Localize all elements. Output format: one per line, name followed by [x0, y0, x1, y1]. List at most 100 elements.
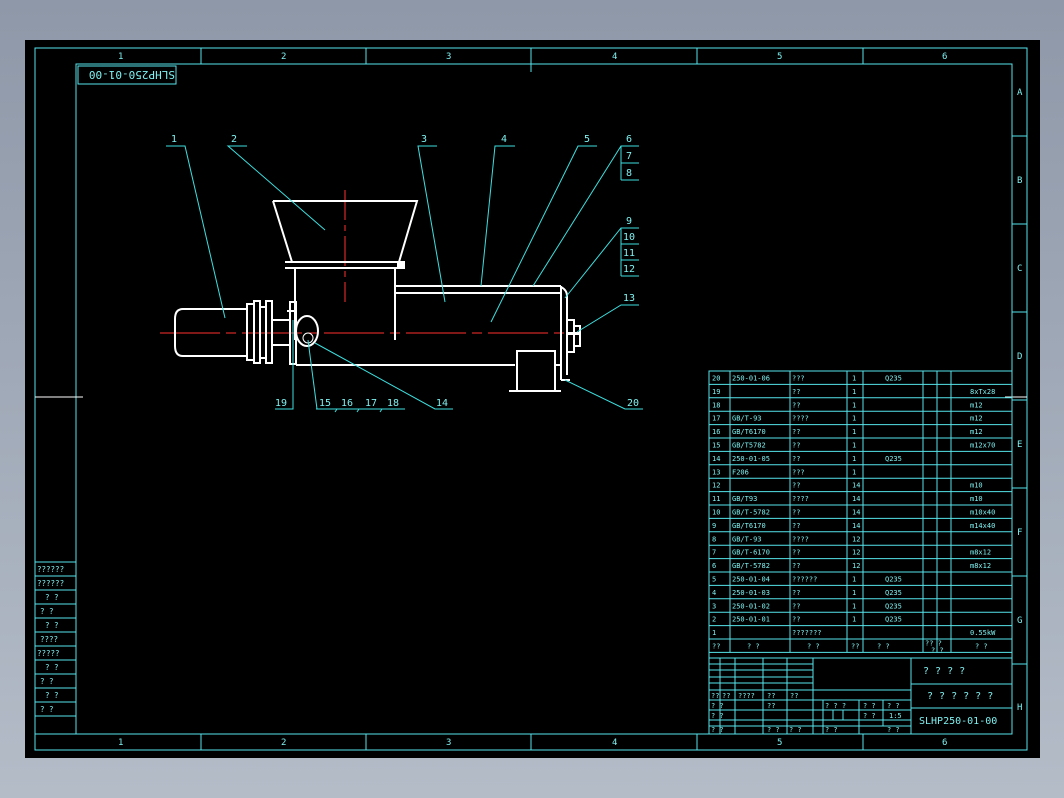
- bom-row-no: 18: [712, 401, 720, 409]
- left-side-block: ?????? ?????? ? ? ? ? ? ? ???? ????? ? ?…: [34, 561, 77, 735]
- bom-row-note: m10x40: [970, 509, 995, 517]
- bom-row-no: 9: [712, 522, 716, 530]
- bom-row-code: 250-01-04: [732, 576, 770, 584]
- row-marker-b: B: [1017, 176, 1022, 186]
- bom-row-no: 12: [712, 482, 720, 490]
- side-cell-1: ??????: [37, 565, 64, 574]
- drawing-canvas[interactable]: 1 2 3 4 5 6 1 2 3 4 5 6 A B C D E F G H …: [25, 40, 1040, 758]
- bom-row-note: m10: [970, 482, 983, 490]
- bom-row-code: 250-01-02: [732, 602, 770, 610]
- bom-row-qty: 12: [852, 562, 860, 570]
- callout-5: 5: [584, 134, 590, 145]
- bom-row-no: 1: [712, 629, 716, 637]
- callout-7: 7: [626, 151, 632, 162]
- bom-row-no: 10: [712, 509, 720, 517]
- bom-row-material: Q235: [885, 589, 902, 597]
- bom-row-no: 2: [712, 616, 716, 624]
- row-marker-e: E: [1017, 440, 1022, 450]
- bom-row-qty: 1: [852, 602, 856, 610]
- row-marker-g: G: [1017, 616, 1022, 626]
- callout-2: 2: [231, 134, 237, 145]
- bom-row-name: ??: [792, 442, 800, 450]
- bom-row-qty: 1: [852, 401, 856, 409]
- bom-row-code: GB/T-93: [732, 415, 762, 423]
- row-marker-f: F: [1017, 528, 1022, 538]
- top-code-box: SLHP250-01-00: [77, 65, 177, 85]
- bom-header-qty: ??: [851, 643, 859, 651]
- bom-row-name: ??: [792, 562, 800, 570]
- title-r2-c4: ? ?: [863, 702, 876, 710]
- bom-row-no: 8: [712, 535, 716, 543]
- callout-4: 4: [501, 134, 507, 145]
- bom-header-code: ? ?: [747, 643, 760, 651]
- bom-row-note: 0.55kW: [970, 629, 996, 637]
- title-r2-c1: ? ?: [711, 702, 724, 710]
- row-marker-a: A: [1017, 88, 1023, 98]
- bom-row-qty: 1: [852, 442, 856, 450]
- side-cell-9: ? ?: [40, 677, 54, 686]
- bom-row-name: ??: [792, 509, 800, 517]
- callout-12: 12: [623, 264, 635, 275]
- bom-row-note: m12: [970, 428, 983, 436]
- bom-row-code: 250-01-03: [732, 589, 770, 597]
- title-r1-c5: ??: [790, 692, 798, 700]
- column-zones: 1 2 3 4 5 6 1 2 3 4 5 6: [118, 48, 947, 750]
- bom-row-no: 6: [712, 562, 716, 570]
- callout-16: 16: [341, 398, 353, 409]
- scale-value: 1:5: [889, 712, 902, 720]
- bom-row-material: Q235: [885, 375, 902, 383]
- bom-row-note: m12: [970, 401, 983, 409]
- title-r4-c5: ? ?: [887, 726, 900, 734]
- screw-press-assembly: [160, 190, 581, 392]
- bom-row-material: Q235: [885, 576, 902, 584]
- motor: [174, 300, 290, 364]
- col-marker-5: 5: [777, 52, 782, 62]
- bom-row-name: ??: [792, 455, 800, 463]
- col-marker-6: 6: [942, 52, 947, 62]
- inner-frame: [75, 63, 1013, 735]
- bom-row-code: 250-01-05: [732, 455, 770, 463]
- callouts: 1 2 3 4 5 6 7 8 9 10 11 12 13 14 15 16 1…: [166, 134, 643, 413]
- bom-row-name: ????: [792, 535, 809, 543]
- bom-row-no: 11: [712, 495, 720, 503]
- bom-row-qty: 1: [852, 576, 856, 584]
- title-block: ?? ?? ???? ?? ?? ? ? ?? ? ? ? ? ? ? ? ? …: [708, 657, 1013, 735]
- bom-row-no: 5: [712, 576, 716, 584]
- bom-row-name: ??: [792, 589, 800, 597]
- callout-3: 3: [421, 134, 427, 145]
- bom-row-name: ???: [792, 468, 805, 476]
- bom-row-code: 250-01-06: [732, 375, 770, 383]
- bom-row-qty: 1: [852, 428, 856, 436]
- bom-row-note: m10: [970, 495, 983, 503]
- bom-row-name: ??: [792, 428, 800, 436]
- bom-row-no: 15: [712, 442, 720, 450]
- cad-drawing: 1 2 3 4 5 6 1 2 3 4 5 6 A B C D E F G H …: [34, 47, 1028, 751]
- bom-row-no: 3: [712, 602, 716, 610]
- title-r2-c5: ? ?: [887, 702, 900, 710]
- title-r2-c3: ? ? ?: [825, 702, 846, 710]
- bom-row-no: 14: [712, 455, 720, 463]
- bom-row-name: ??????: [792, 576, 817, 584]
- bom-row-name: ???????: [792, 629, 822, 637]
- callout-1: 1: [171, 134, 177, 145]
- row-marker-c: C: [1017, 264, 1022, 274]
- end-bearing: [566, 319, 581, 353]
- col-marker-1-bottom: 1: [118, 738, 123, 748]
- bom-row-no: 20: [712, 375, 720, 383]
- bom-row-qty: 1: [852, 589, 856, 597]
- title-r3-c2: ? ?: [863, 712, 876, 720]
- row-marker-h: H: [1017, 703, 1022, 713]
- callout-8: 8: [626, 168, 632, 179]
- bom-row-qty: 12: [852, 535, 860, 543]
- bom-header-no: ??: [712, 643, 720, 651]
- bom-row-name: ??: [792, 616, 800, 624]
- callout-11: 11: [623, 248, 635, 259]
- callout-6: 6: [626, 134, 632, 145]
- top-code-text: SLHP250-01-00: [89, 68, 175, 81]
- bom-row-qty: 1: [852, 388, 856, 396]
- col-marker-3: 3: [446, 52, 451, 62]
- bom-row-no: 19: [712, 388, 720, 396]
- bom-row-qty: 1: [852, 455, 856, 463]
- bom-row-code: GB/T6170: [732, 522, 766, 530]
- col-marker-6-bottom: 6: [942, 738, 947, 748]
